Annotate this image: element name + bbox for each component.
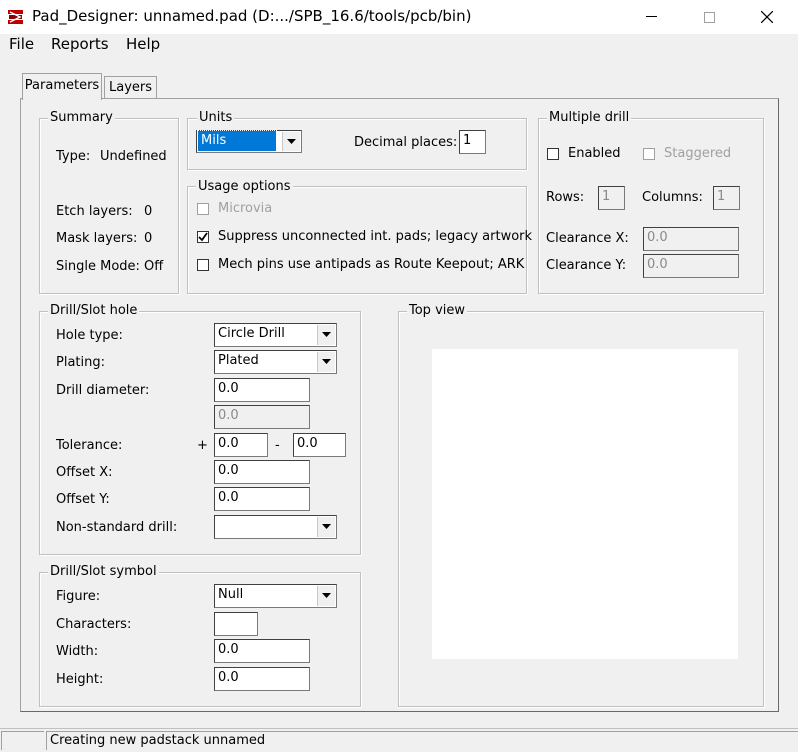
mask-layers-label: Mask layers:	[56, 231, 138, 246]
non-standard-drill-label: Non-standard drill:	[56, 520, 178, 535]
hole-type-label: Hole type:	[56, 328, 123, 343]
drill-slot-symbol-legend: Drill/Slot symbol	[48, 564, 159, 579]
width-label: Width:	[56, 644, 99, 659]
type-value: Undefined	[100, 149, 167, 164]
suppress-label: Suppress unconnected int. pads; legacy a…	[218, 229, 533, 244]
chevron-down-icon[interactable]	[317, 325, 335, 345]
clearance-x-label: Clearance X:	[546, 231, 629, 246]
type-label: Type:	[56, 149, 91, 164]
tolerance-minus-input[interactable]: 0.0	[293, 433, 346, 457]
microvia-checkbox[interactable]	[197, 203, 209, 215]
columns-label: Columns:	[642, 190, 703, 205]
maximize-icon	[703, 11, 715, 23]
rows-input[interactable]: 1	[598, 186, 625, 210]
menu-bar	[0, 34, 798, 56]
plating-value: Plated	[218, 353, 259, 368]
suppress-checkbox[interactable]	[197, 231, 209, 243]
staggered-checkbox[interactable]	[643, 148, 655, 160]
width-input[interactable]: 0.0	[214, 639, 310, 663]
checkmark-icon	[198, 232, 208, 242]
tab-parameters[interactable]: Parameters	[22, 73, 102, 100]
minimize-button[interactable]	[628, 0, 674, 34]
tolerance-label: Tolerance:	[56, 438, 123, 453]
units-select[interactable]: Mils	[196, 130, 302, 153]
hole-type-value: Circle Drill	[218, 326, 285, 341]
characters-input[interactable]	[214, 612, 258, 636]
etch-layers-value: 0	[144, 204, 153, 219]
chevron-down-icon[interactable]	[317, 352, 335, 372]
app-icon[interactable]	[7, 8, 25, 26]
enabled-label: Enabled	[568, 146, 621, 161]
characters-label: Characters:	[56, 617, 132, 632]
tab-layers[interactable]: Layers	[104, 76, 157, 99]
drill-diameter-label: Drill diameter:	[56, 383, 150, 398]
maximize-button[interactable]	[686, 0, 732, 34]
summary-legend: Summary	[48, 110, 115, 125]
chevron-down-icon[interactable]	[317, 586, 335, 606]
top-view-canvas[interactable]	[432, 349, 738, 659]
height-input[interactable]: 0.0	[214, 667, 310, 691]
decimal-places-input[interactable]: 1	[459, 130, 486, 154]
plating-select[interactable]: Plated	[214, 350, 337, 374]
tolerance-plus-input[interactable]: 0.0	[214, 433, 268, 457]
single-mode-label: Single Mode:	[56, 259, 140, 274]
plating-label: Plating:	[56, 355, 105, 370]
clearance-x-input[interactable]: 0.0	[643, 227, 739, 251]
drill-diameter-secondary-input[interactable]: 0.0	[214, 405, 310, 429]
height-label: Height:	[56, 672, 104, 687]
mech-pins-label: Mech pins use antipads as Route Keepout;…	[218, 257, 525, 272]
chevron-down-icon[interactable]	[282, 132, 300, 151]
columns-input[interactable]: 1	[713, 186, 740, 210]
chevron-down-icon[interactable]	[317, 517, 335, 537]
multiple-drill-legend: Multiple drill	[547, 110, 632, 125]
top-view-legend: Top view	[407, 303, 468, 318]
units-legend: Units	[197, 110, 235, 125]
close-icon	[761, 11, 773, 23]
etch-layers-label: Etch layers:	[56, 204, 133, 219]
tolerance-plus-sign: +	[197, 438, 208, 453]
single-mode-value: Off	[144, 259, 164, 274]
minimize-icon	[645, 16, 657, 17]
usage-options-legend: Usage options	[196, 179, 293, 194]
close-button[interactable]	[744, 0, 790, 34]
units-selected: Mils	[197, 130, 277, 152]
mask-layers-value: 0	[144, 231, 153, 246]
menu-file[interactable]: File	[9, 34, 34, 54]
non-standard-drill-select[interactable]	[214, 515, 337, 539]
offset-y-label: Offset Y:	[56, 492, 110, 507]
decimal-places-label: Decimal places:	[354, 135, 458, 150]
hole-type-select[interactable]: Circle Drill	[214, 323, 337, 347]
status-message: Creating new padstack unnamed	[46, 731, 798, 750]
tolerance-minus-sign: -	[275, 438, 280, 453]
offset-y-input[interactable]: 0.0	[214, 487, 310, 511]
menu-reports[interactable]: Reports	[51, 34, 109, 54]
offset-x-label: Offset X:	[56, 465, 113, 480]
figure-label: Figure:	[56, 589, 101, 604]
microvia-label: Microvia	[218, 201, 273, 216]
rows-label: Rows:	[546, 190, 585, 205]
drill-diameter-input[interactable]: 0.0	[214, 378, 310, 402]
mech-pins-checkbox[interactable]	[197, 259, 209, 271]
drill-slot-hole-legend: Drill/Slot hole	[48, 303, 140, 318]
clearance-y-label: Clearance Y:	[546, 258, 627, 273]
enabled-checkbox[interactable]	[547, 148, 559, 160]
figure-value: Null	[218, 587, 244, 602]
window-title: Pad_Designer: unnamed.pad (D:.../SPB_16.…	[32, 7, 472, 25]
figure-select[interactable]: Null	[214, 584, 337, 608]
offset-x-input[interactable]: 0.0	[214, 460, 310, 484]
status-cell-left	[1, 731, 44, 750]
staggered-label: Staggered	[664, 146, 732, 161]
menu-help[interactable]: Help	[126, 34, 160, 54]
clearance-y-input[interactable]: 0.0	[643, 254, 739, 278]
